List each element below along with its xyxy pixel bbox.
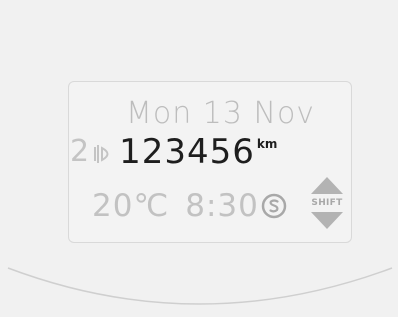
date-text: Mon 13 Nov [126, 96, 316, 131]
headlamp-icon [91, 139, 115, 169]
trip-indicator: 2 [70, 134, 90, 169]
status-row: 20℃ 8:30 [92, 188, 287, 224]
instrument-panel: Mon 13 Nov 2 123456 km 20℃ 8:30 SHIFT [0, 0, 398, 317]
shift-indicator: SHIFT [309, 177, 345, 229]
clock-text: 8:30 [185, 188, 259, 224]
odometer-value: 123456 [119, 132, 255, 172]
odometer-row: 2 123456 km [70, 132, 278, 172]
shift-label: SHIFT [311, 198, 343, 208]
s-mode-icon [261, 193, 287, 219]
odometer-unit: km [256, 137, 278, 151]
temperature-text: 20℃ [92, 188, 170, 224]
